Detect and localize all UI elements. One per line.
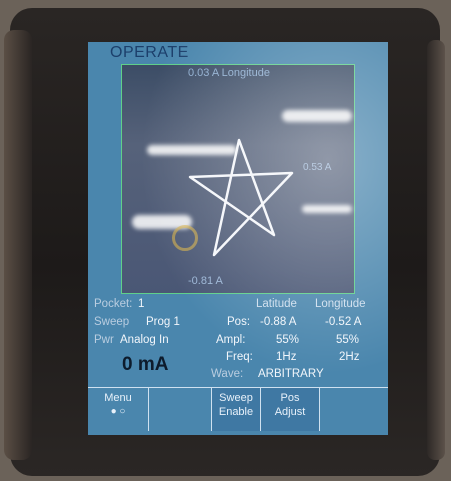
freq-latitude: 1Hz bbox=[276, 351, 297, 363]
pos-latitude: -0.88 A bbox=[260, 316, 297, 328]
pos-adjust-label-2: Adjust bbox=[274, 406, 306, 418]
star-trace bbox=[188, 138, 294, 257]
freq-label: Freq: bbox=[226, 351, 253, 363]
pos-longitude: -0.52 A bbox=[325, 316, 362, 328]
latitude-header: Latitude bbox=[256, 298, 297, 310]
sweep-enable-softkey[interactable]: Sweep Enable bbox=[212, 388, 261, 431]
plot-bottom-label: -0.81 A bbox=[188, 275, 223, 287]
blank-softkey-2[interactable] bbox=[149, 388, 212, 431]
star-trace-path bbox=[188, 138, 294, 257]
sweep-value: Prog 1 bbox=[146, 316, 180, 328]
sweep-enable-label-1: Sweep bbox=[219, 392, 253, 404]
sweep-enable-label-2: Enable bbox=[218, 406, 254, 418]
blank-softkey-5[interactable] bbox=[320, 388, 387, 431]
freq-longitude: 2Hz bbox=[339, 351, 360, 363]
ampl-label: Ampl: bbox=[216, 334, 246, 346]
ampl-latitude: 55% bbox=[276, 334, 300, 346]
pocket-label: Pocket: bbox=[94, 298, 133, 310]
lcd-screen: OPERATE 0.03 A Longitude 0.53 A -0.81 A … bbox=[88, 42, 388, 435]
page-indicator-dots: ● ○ bbox=[110, 406, 126, 417]
pwr-label: Pwr bbox=[94, 334, 114, 346]
pwr-value: Analog In bbox=[120, 334, 169, 346]
plot-top-label: 0.03 A Longitude bbox=[188, 67, 270, 79]
ampl-longitude: 55% bbox=[336, 334, 360, 346]
pos-label: Pos: bbox=[227, 316, 251, 328]
softkey-bar: Menu ● ○ Sweep Enable Pos Adjust bbox=[88, 387, 388, 435]
menu-softkey-label: Menu bbox=[104, 392, 132, 404]
menu-softkey[interactable]: Menu ● ○ bbox=[88, 388, 149, 431]
xy-plot-area bbox=[121, 64, 355, 294]
mode-title: OPERATE bbox=[110, 44, 189, 61]
plot-mid-label: 0.53 A bbox=[303, 162, 332, 173]
pocket-value: 1 bbox=[138, 298, 145, 310]
device-right-edge bbox=[427, 40, 445, 460]
device-left-edge bbox=[4, 30, 32, 460]
wave-label: Wave: bbox=[211, 368, 244, 380]
sweep-label: Sweep bbox=[94, 316, 130, 328]
pos-adjust-softkey[interactable]: Pos Adjust bbox=[261, 388, 320, 431]
pos-adjust-label-1: Pos bbox=[280, 392, 300, 404]
wave-value: ARBITRARY bbox=[258, 368, 324, 380]
longitude-header: Longitude bbox=[315, 298, 366, 310]
output-current: 0 mA bbox=[122, 354, 169, 375]
